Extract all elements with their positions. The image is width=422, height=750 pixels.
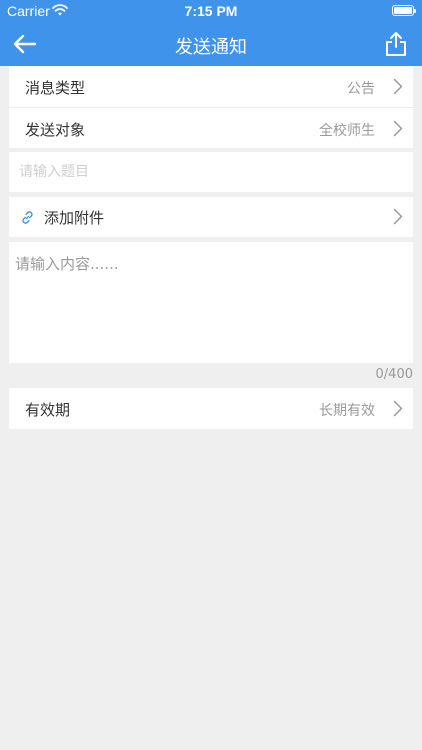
content-input[interactable] (9, 242, 413, 363)
battery-icon (392, 5, 416, 16)
validity-value: 长期有效 (319, 403, 375, 419)
chevron-right-icon (393, 208, 403, 225)
message-type-label: 消息类型 (25, 79, 86, 97)
share-icon[interactable] (384, 31, 408, 57)
recipients-label: 发送对象 (25, 121, 86, 139)
recipients-row[interactable]: 发送对象 全校师生 (9, 108, 413, 149)
chevron-right-icon (393, 400, 403, 417)
recipients-value: 全校师生 (319, 123, 375, 139)
message-type-value: 公告 (347, 81, 375, 97)
message-type-row[interactable]: 消息类型 公告 (9, 66, 413, 107)
status-bar: Carrier 7:15 PM (0, 0, 422, 22)
add-attachment-row[interactable]: 添加附件 (9, 197, 413, 237)
message-settings-card: 消息类型 公告 发送对象 全校师生 (9, 66, 413, 148)
nav-bar: 发送通知 (0, 22, 422, 66)
chevron-right-icon (393, 78, 403, 95)
validity-row[interactable]: 有效期 长期有效 (9, 388, 413, 429)
page-title: 发送通知 (175, 37, 247, 58)
status-time: 7:15 PM (184, 3, 238, 19)
add-attachment-label: 添加附件 (44, 209, 105, 227)
chevron-right-icon (393, 120, 403, 137)
title-input[interactable] (9, 152, 413, 192)
validity-label: 有效期 (25, 401, 71, 419)
char-counter: 0/400 (375, 367, 413, 382)
link-icon (22, 211, 33, 224)
